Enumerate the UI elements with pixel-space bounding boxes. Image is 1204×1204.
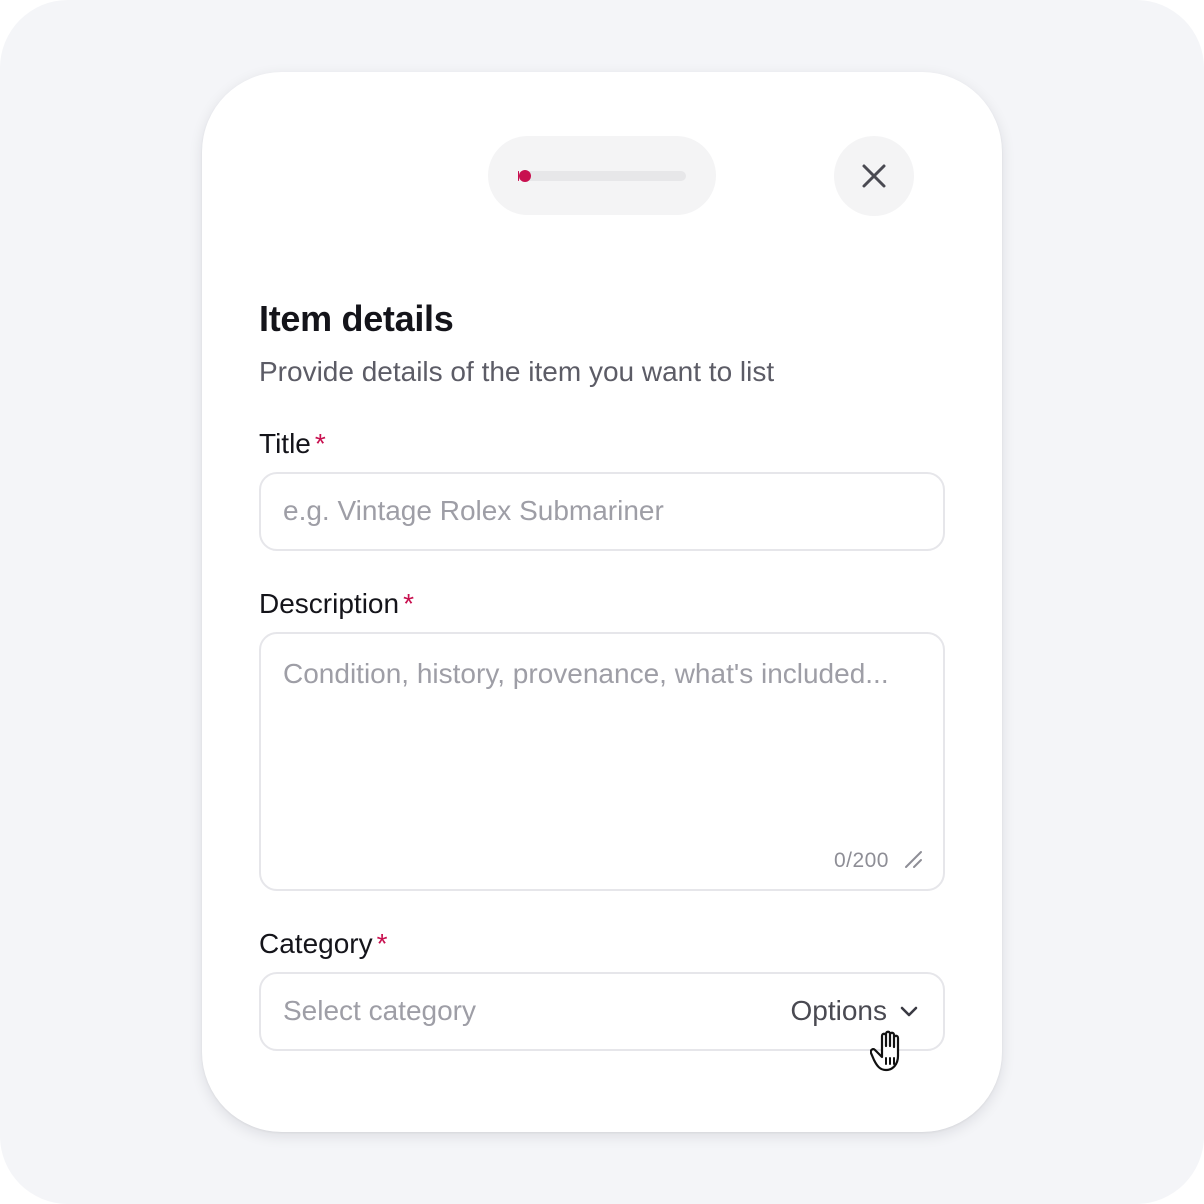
required-mark: * <box>314 428 326 459</box>
category-select[interactable]: Select category Options <box>259 972 945 1051</box>
resize-handle-icon[interactable] <box>903 849 923 869</box>
progress-indicator <box>488 136 716 215</box>
options-label: Options <box>790 995 888 1026</box>
description-label-text: Description <box>259 588 400 619</box>
page-subtitle: Provide details of the item you want to … <box>259 356 775 387</box>
description-textarea[interactable] <box>283 654 923 834</box>
required-mark: * <box>376 928 388 959</box>
options-dropdown-toggle[interactable]: Options <box>791 974 920 1048</box>
title-label-text: Title <box>259 428 311 459</box>
item-details-modal: Item details Provide details of the item… <box>202 72 1002 1132</box>
description-field: 0/200 <box>259 632 945 891</box>
title-label: Title * <box>259 428 326 460</box>
page-title: Item details <box>259 298 454 339</box>
chevron-down-icon <box>900 1006 918 1017</box>
required-mark: * <box>403 588 414 619</box>
category-label: Category * <box>259 928 388 960</box>
category-label-text: Category <box>259 928 373 959</box>
close-icon <box>862 164 886 188</box>
progress-track <box>518 170 686 182</box>
close-button[interactable] <box>834 136 914 216</box>
category-placeholder: Select category <box>283 995 476 1026</box>
title-field <box>259 472 945 551</box>
progress-dot <box>518 170 531 182</box>
app-frame: Item details Provide details of the item… <box>0 0 1204 1204</box>
character-counter: 0/200 <box>833 849 889 872</box>
title-input[interactable] <box>283 474 923 548</box>
description-label: Description * <box>259 588 414 620</box>
